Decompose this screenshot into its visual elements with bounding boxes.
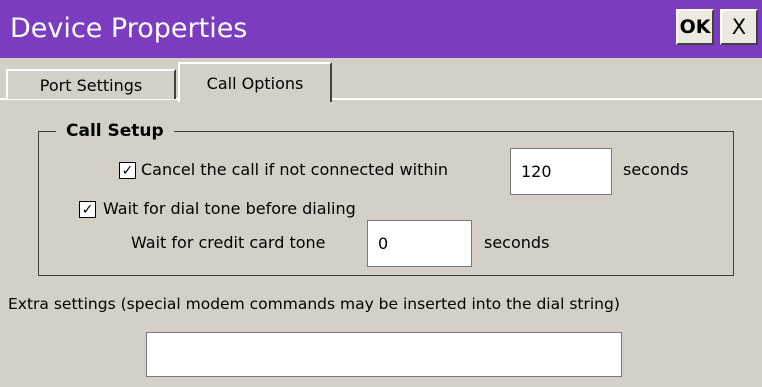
wait-dial-tone-label: Wait for dial tone before dialing [103,199,356,218]
window-title: Device Properties [10,13,248,44]
tab-call-options[interactable]: Call Options [178,62,332,102]
credit-card-tone-label: Wait for credit card tone [131,233,326,252]
wait-dial-tone-checkbox[interactable]: ✓ [79,201,96,218]
extra-settings-input[interactable] [146,332,622,377]
cancel-call-seconds-unit: seconds [623,160,689,179]
call-setup-title: Call Setup [56,119,174,143]
close-button[interactable]: X [720,9,758,45]
credit-card-tone-input[interactable] [367,220,472,267]
cancel-call-seconds-input[interactable] [510,148,612,195]
cancel-call-label: Cancel the call if not connected within [141,160,449,179]
cancel-call-checkbox[interactable]: ✓ [119,162,136,179]
credit-card-tone-unit: seconds [484,233,550,252]
title-bar: Device Properties OK X [0,0,762,58]
tab-port-settings[interactable]: Port Settings [6,69,176,99]
extra-settings-label: Extra settings (special modem commands m… [8,295,620,313]
ok-button[interactable]: OK [676,9,714,45]
